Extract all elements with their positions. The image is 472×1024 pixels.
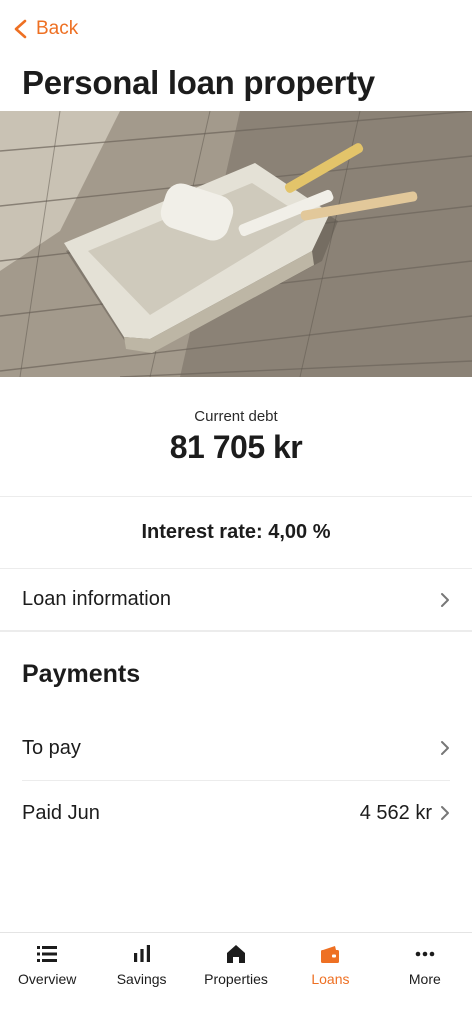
paid-row[interactable]: Paid Jun 4 562 kr: [0, 781, 472, 845]
loan-information-label: Loan information: [22, 588, 171, 610]
bar-chart-icon: [133, 945, 150, 962]
paid-label: Paid Jun: [22, 801, 100, 824]
tab-loans[interactable]: Loans: [283, 933, 377, 1024]
current-debt-value: 81 705 kr: [169, 428, 303, 465]
more-dots-icon: [415, 951, 435, 957]
chevron-right-icon: [441, 806, 449, 820]
back-label: Back: [36, 18, 79, 39]
tab-more[interactable]: More: [378, 933, 472, 1024]
paid-amount-group: 4 562 kr: [360, 802, 450, 825]
tab-properties[interactable]: Properties: [189, 933, 283, 1024]
wallet-icon: [321, 946, 340, 963]
current-debt-section: Current debt 81 705 kr: [0, 377, 472, 497]
paid-amount: 4 562 kr: [359, 801, 432, 824]
current-debt-label: Current debt: [194, 407, 278, 425]
tab-label: More: [408, 971, 441, 987]
chevron-right-icon: [441, 592, 449, 607]
to-pay-label: To pay: [22, 736, 81, 759]
interest-rate: Interest rate: 4,00 %: [0, 497, 472, 569]
tab-label: Loans: [311, 971, 350, 987]
bottom-tab-bar: Overview Savings Properties Loans More: [0, 932, 472, 1024]
chevron-right-icon: [441, 741, 449, 755]
home-icon: [227, 945, 246, 963]
tab-savings[interactable]: Savings: [94, 933, 188, 1024]
top-bar: Back: [0, 0, 472, 58]
back-button[interactable]: Back: [12, 18, 78, 40]
to-pay-row[interactable]: To pay: [0, 716, 472, 780]
hero-image: [0, 111, 472, 377]
page-title: Personal loan property: [22, 64, 375, 101]
loan-information-row[interactable]: Loan information: [0, 569, 472, 632]
tab-label: Properties: [204, 971, 268, 987]
payments-heading: Payments: [22, 660, 141, 688]
chevron-left-icon: [14, 19, 27, 39]
tab-label: Savings: [116, 971, 167, 987]
list-icon: [37, 946, 58, 962]
tab-label: Overview: [18, 971, 77, 987]
tab-overview[interactable]: Overview: [0, 933, 94, 1024]
